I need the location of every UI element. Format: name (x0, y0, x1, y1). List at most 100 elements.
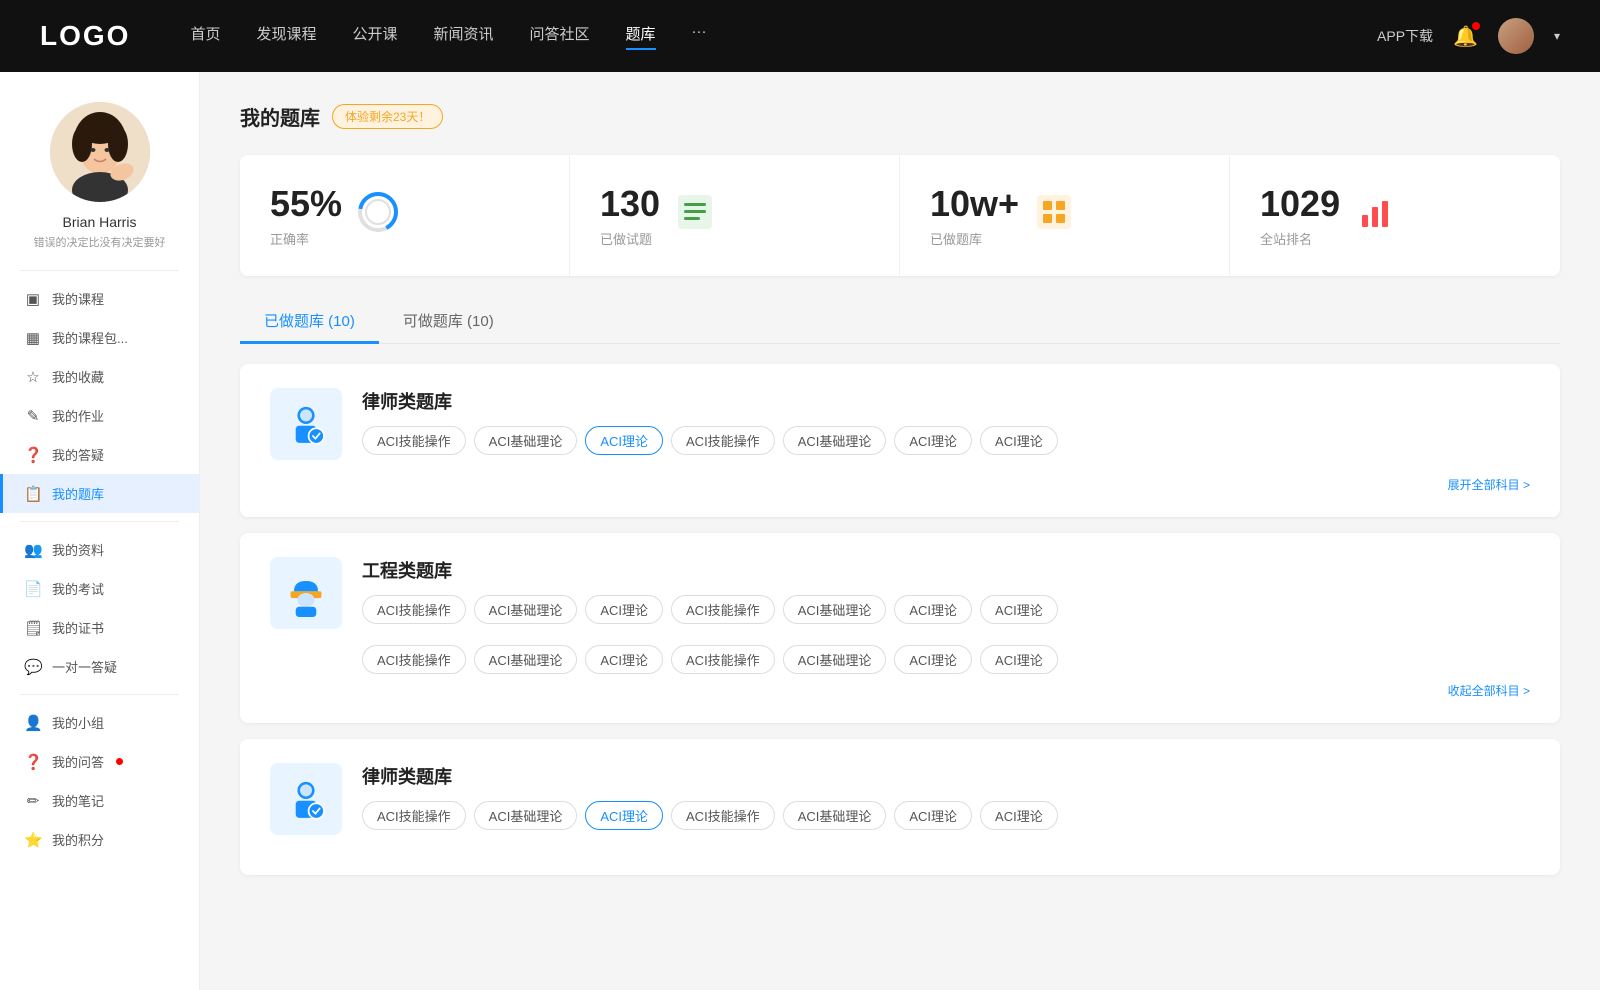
tag-2-5[interactable]: ACI基础理论 (783, 595, 887, 624)
tag-1-2[interactable]: ACI基础理论 (474, 426, 578, 455)
tag-3-5[interactable]: ACI基础理论 (783, 801, 887, 830)
tag-2-7[interactable]: ACI理论 (980, 595, 1058, 624)
qbank-card-engineer: 工程类题库 ACI技能操作 ACI基础理论 ACI理论 ACI技能操作 ACI基… (240, 533, 1560, 723)
sidebar-menu: ▣ 我的课程 ▦ 我的课程包... ☆ 我的收藏 ✎ 我的作业 ❓ 我的答疑 📋 (0, 279, 199, 859)
collapse-link-2[interactable]: 收起全部科目 > (270, 682, 1530, 699)
nav-home[interactable]: 首页 (190, 23, 220, 50)
sidebar-item-group[interactable]: 👤 我的小组 (0, 703, 199, 742)
tag-2r2-1[interactable]: ACI技能操作 (362, 645, 466, 674)
sidebar-item-notes[interactable]: ✏ 我的笔记 (0, 781, 199, 820)
sidebar-item-certificate[interactable]: 🗒 我的证书 (0, 608, 199, 647)
nav-qbank[interactable]: 题库 (626, 23, 656, 50)
tag-2r2-2[interactable]: ACI基础理论 (474, 645, 578, 674)
sidebar-item-questions[interactable]: ❓ 我的答疑 (0, 435, 199, 474)
exam-icon: 📄 (24, 580, 42, 598)
stat-done-banks: 10w+ 已做题库 (900, 155, 1230, 276)
sidebar-item-course-package[interactable]: ▦ 我的课程包... (0, 318, 199, 357)
tag-1-6[interactable]: ACI理论 (894, 426, 972, 455)
sidebar-item-my-course[interactable]: ▣ 我的课程 (0, 279, 199, 318)
nav-qa[interactable]: 问答社区 (530, 23, 590, 50)
question-icon: ❓ (24, 446, 42, 464)
tag-1-1[interactable]: ACI技能操作 (362, 426, 466, 455)
nav-opencourse[interactable]: 公开课 (352, 23, 397, 50)
sidebar-label-my-qa: 我的问答 (52, 752, 104, 771)
stat-accuracy-value: 55% (270, 183, 342, 225)
tag-3-7[interactable]: ACI理论 (980, 801, 1058, 830)
sidebar-username: Brian Harris (0, 214, 199, 230)
stat-done-banks-text: 10w+ 已做题库 (930, 183, 1019, 248)
nav-news[interactable]: 新闻资讯 (434, 23, 494, 50)
sidebar-avatar (50, 102, 150, 202)
stat-ranking: 1029 全站排名 (1230, 155, 1560, 276)
stat-done-questions-label: 已做试题 (600, 229, 660, 248)
page-wrap: Brian Harris 错误的决定比没有决定要好 ▣ 我的课程 ▦ 我的课程包… (0, 72, 1600, 990)
tutor-icon: 💬 (24, 658, 42, 676)
tag-1-5[interactable]: ACI基础理论 (783, 426, 887, 455)
qbank-card-2-content: 工程类题库 ACI技能操作 ACI基础理论 ACI理论 ACI技能操作 ACI基… (362, 557, 1530, 624)
sidebar-item-favorites[interactable]: ☆ 我的收藏 (0, 357, 199, 396)
stat-ranking-label: 全站排名 (1260, 229, 1340, 248)
qa-notification-dot (116, 758, 123, 765)
points-icon: ⭐ (24, 831, 42, 849)
tag-3-6[interactable]: ACI理论 (894, 801, 972, 830)
sidebar-label-my-course: 我的课程 (52, 289, 104, 308)
stat-accuracy: 55% 正确率 (240, 155, 570, 276)
tag-3-4[interactable]: ACI技能操作 (671, 801, 775, 830)
tag-2r2-6[interactable]: ACI理论 (894, 645, 972, 674)
profile-icon: 👥 (24, 541, 42, 559)
nav-discover[interactable]: 发现课程 (256, 23, 316, 50)
sidebar-label-tutor: 一对一答疑 (52, 657, 117, 676)
sidebar-item-tutor[interactable]: 💬 一对一答疑 (0, 647, 199, 686)
notification-dot (1472, 22, 1480, 30)
ranking-icon (1356, 193, 1394, 239)
sidebar-item-homework[interactable]: ✎ 我的作业 (0, 396, 199, 435)
nav-more[interactable]: ··· (692, 23, 707, 50)
tag-1-4[interactable]: ACI技能操作 (671, 426, 775, 455)
sidebar-item-exam[interactable]: 📄 我的考试 (0, 569, 199, 608)
sidebar: Brian Harris 错误的决定比没有决定要好 ▣ 我的课程 ▦ 我的课程包… (0, 72, 200, 990)
avatar-illustration (50, 102, 150, 202)
question-bank-tabs: 已做题库 (10) 可做题库 (10) (240, 300, 1560, 344)
sidebar-label-certificate: 我的证书 (52, 618, 104, 637)
tag-2-4[interactable]: ACI技能操作 (671, 595, 775, 624)
avatar-dropdown-arrow[interactable]: ▾ (1554, 29, 1560, 43)
done-banks-icon (1035, 193, 1073, 239)
stat-done-banks-value: 10w+ (930, 183, 1019, 225)
sidebar-label-points: 我的积分 (52, 830, 104, 849)
notification-bell[interactable]: 🔔 (1453, 24, 1478, 49)
tag-2r2-7[interactable]: ACI理论 (980, 645, 1058, 674)
qbank-card-lawyer-2: 律师类题库 ACI技能操作 ACI基础理论 ACI理论 ACI技能操作 ACI基… (240, 739, 1560, 875)
tag-2-3[interactable]: ACI理论 (585, 595, 663, 624)
app-download-button[interactable]: APP下载 (1377, 26, 1433, 46)
sidebar-label-course-package: 我的课程包... (52, 328, 128, 347)
expand-link-1[interactable]: 展开全部科目 > (270, 476, 1530, 493)
sidebar-item-profile[interactable]: 👥 我的资料 (0, 530, 199, 569)
tag-2-1[interactable]: ACI技能操作 (362, 595, 466, 624)
tags-row-3: ACI技能操作 ACI基础理论 ACI理论 ACI技能操作 ACI基础理论 AC… (362, 801, 1530, 830)
tag-1-3[interactable]: ACI理论 (585, 426, 663, 455)
page-title: 我的题库 (240, 102, 320, 131)
sidebar-item-qbank[interactable]: 📋 我的题库 (0, 474, 199, 513)
bar-chart-icon: ▦ (24, 329, 42, 347)
tag-2-6[interactable]: ACI理论 (894, 595, 972, 624)
sidebar-item-my-qa[interactable]: ❓ 我的问答 (0, 742, 199, 781)
stat-accuracy-label: 正确率 (270, 229, 342, 248)
tab-done-banks[interactable]: 已做题库 (10) (240, 300, 379, 344)
qbank-title-3: 律师类题库 (362, 763, 1530, 789)
group-icon: 👤 (24, 714, 42, 732)
qbank-card-lawyer-1: 律师类题库 ACI技能操作 ACI基础理论 ACI理论 ACI技能操作 ACI基… (240, 364, 1560, 517)
tag-1-7[interactable]: ACI理论 (980, 426, 1058, 455)
tag-3-1[interactable]: ACI技能操作 (362, 801, 466, 830)
notes-icon: ✏ (24, 792, 42, 810)
tag-3-2[interactable]: ACI基础理论 (474, 801, 578, 830)
tag-2-2[interactable]: ACI基础理论 (474, 595, 578, 624)
tag-2r2-5[interactable]: ACI基础理论 (783, 645, 887, 674)
avatar[interactable] (1498, 18, 1534, 54)
tag-2r2-3[interactable]: ACI理论 (585, 645, 663, 674)
lawyer-svg-2 (282, 775, 330, 823)
tag-2r2-4[interactable]: ACI技能操作 (671, 645, 775, 674)
sidebar-item-points[interactable]: ⭐ 我的积分 (0, 820, 199, 859)
document-icon: ▣ (24, 290, 42, 308)
tag-3-3[interactable]: ACI理论 (585, 801, 663, 830)
tab-available-banks[interactable]: 可做题库 (10) (379, 300, 518, 344)
